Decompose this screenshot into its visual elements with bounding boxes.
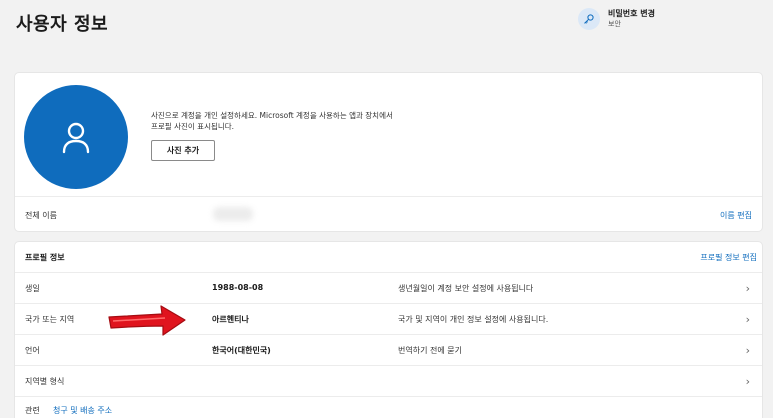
full-name-row: 전체 이름 이름 편집 bbox=[15, 196, 762, 231]
person-icon bbox=[62, 122, 90, 154]
edit-profile-link[interactable]: 프로필 정보 편집 bbox=[700, 252, 757, 263]
profile-header: 프로필 정보 프로필 정보 편집 bbox=[15, 242, 762, 272]
related-section: 관련 청구 및 배송 주소 bbox=[15, 396, 762, 418]
chevron-right-icon: › bbox=[745, 344, 750, 357]
row-label: 국가 또는 지역 bbox=[25, 315, 75, 324]
profile-row-birthday[interactable]: 생일 1988-08-08 생년월일이 계정 보안 설정에 사용됩니다 › bbox=[15, 272, 762, 302]
row-value: 1988-08-08 bbox=[212, 283, 264, 292]
photo-description: 사진으로 계정을 개인 설정하세요. Microsoft 계정을 사용하는 앱과… bbox=[151, 111, 393, 131]
page-title: 사용자 정보 bbox=[16, 14, 109, 35]
change-password-subtitle: 보안 bbox=[608, 20, 621, 28]
change-password-title: 비밀번호 변경 bbox=[608, 9, 655, 18]
add-photo-button[interactable]: 사진 추가 bbox=[151, 140, 215, 161]
red-arrow-annotation bbox=[108, 305, 186, 336]
key-icon bbox=[578, 8, 600, 30]
chevron-right-icon: › bbox=[745, 282, 750, 295]
row-value: 한국어(대한민국) bbox=[212, 346, 271, 355]
avatar bbox=[24, 85, 128, 189]
profile-row-regional-format[interactable]: 지역별 형식 › bbox=[15, 365, 762, 395]
profile-title: 프로필 정보 bbox=[25, 253, 65, 262]
photo-card: 사진으로 계정을 개인 설정하세요. Microsoft 계정을 사용하는 앱과… bbox=[15, 73, 762, 231]
full-name-label: 전체 이름 bbox=[25, 211, 57, 220]
row-description: 국가 및 지역이 개인 정보 설정에 사용됩니다. bbox=[398, 315, 549, 324]
row-description: 생년월일이 계정 보안 설정에 사용됩니다 bbox=[398, 284, 534, 293]
row-label: 지역별 형식 bbox=[25, 377, 65, 386]
billing-shipping-address-link[interactable]: 청구 및 배송 주소 bbox=[53, 405, 112, 416]
row-value: 아르헨티나 bbox=[212, 315, 249, 324]
row-label: 생일 bbox=[25, 284, 40, 293]
chevron-right-icon: › bbox=[745, 375, 750, 388]
row-description: 번역하기 전에 묻기 bbox=[398, 346, 462, 355]
row-label: 언어 bbox=[25, 346, 40, 355]
chevron-right-icon: › bbox=[745, 313, 750, 326]
profile-row-language[interactable]: 언어 한국어(대한민국) 번역하기 전에 묻기 › bbox=[15, 334, 762, 364]
edit-name-link[interactable]: 이름 편집 bbox=[720, 210, 752, 221]
change-password-link[interactable]: 비밀번호 변경 보안 bbox=[578, 8, 655, 30]
full-name-value-redacted bbox=[213, 207, 253, 221]
related-label: 관련 bbox=[25, 406, 40, 415]
